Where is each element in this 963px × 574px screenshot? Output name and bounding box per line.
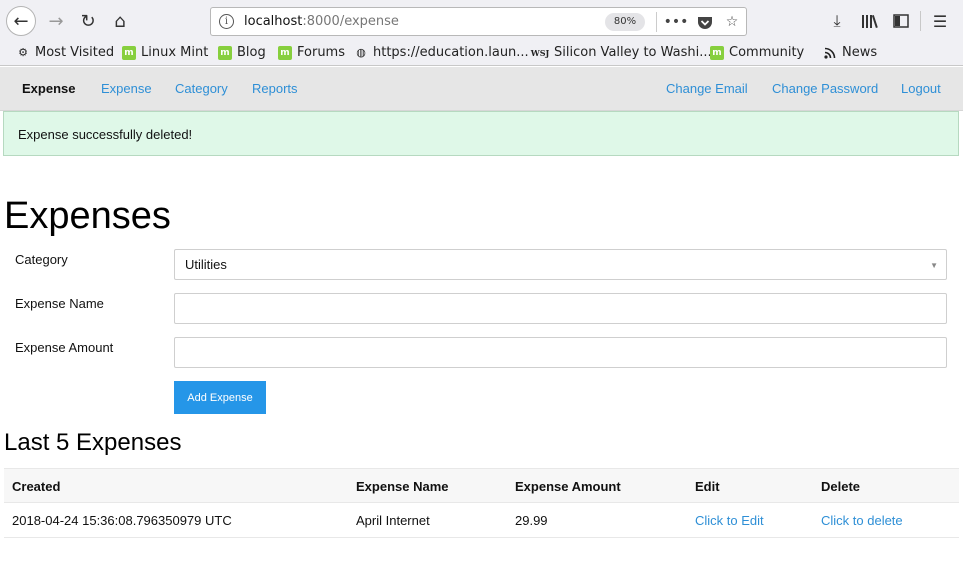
browser-toolbar: ← → ↻ ⌂ i localhost:8000/expense 80% •••…: [0, 0, 963, 42]
success-alert: Expense successfully deleted!: [3, 111, 959, 156]
expense-name-label: Expense Name: [15, 296, 104, 311]
chevron-down-icon: ▼: [930, 261, 938, 270]
bookmark-most-visited[interactable]: ⚙ Most Visited: [16, 45, 114, 60]
delete-link[interactable]: Click to delete: [821, 513, 903, 528]
expense-name-input[interactable]: [174, 293, 947, 324]
bookmark-wsj[interactable]: WSJ Silicon Valley to Washi...: [531, 45, 712, 60]
cell-expense-name: April Internet: [356, 513, 430, 528]
more-actions-icon[interactable]: •••: [664, 12, 689, 32]
nav-link-category[interactable]: Category: [175, 81, 228, 96]
star-icon[interactable]: ☆: [722, 12, 742, 32]
nav-link-change-password[interactable]: Change Password: [772, 81, 878, 96]
menu-icon[interactable]: ☰: [928, 9, 952, 33]
category-selected-value: Utilities: [185, 257, 227, 272]
table-header: Created Expense Name Expense Amount Edit…: [4, 468, 959, 503]
edit-link[interactable]: Click to Edit: [695, 513, 764, 528]
column-header-delete: Delete: [821, 479, 861, 494]
bookmark-news[interactable]: News: [823, 45, 877, 60]
bookmark-forums[interactable]: m Forums: [278, 45, 345, 60]
wsj-icon: WSJ: [530, 47, 550, 58]
pocket-icon[interactable]: [695, 12, 715, 32]
column-header-expense-name: Expense Name: [356, 479, 449, 494]
category-select[interactable]: Utilities ▼: [174, 249, 947, 280]
mint-icon: m: [278, 45, 292, 60]
nav-link-logout[interactable]: Logout: [901, 81, 941, 96]
globe-icon: ◍: [356, 46, 366, 59]
nav-brand[interactable]: Expense: [22, 81, 75, 96]
column-header-expense-amount: Expense Amount: [515, 479, 621, 494]
bookmark-blog[interactable]: m Blog: [218, 45, 266, 60]
forward-arrow-icon[interactable]: →: [41, 6, 71, 36]
bookmark-linux-mint[interactable]: m Linux Mint: [122, 45, 208, 60]
bookmark-community[interactable]: m Community: [710, 45, 804, 60]
url-text[interactable]: localhost:8000/expense: [244, 14, 399, 29]
cell-expense-amount: 29.99: [515, 513, 548, 528]
mint-icon: m: [218, 45, 232, 60]
column-header-created: Created: [12, 479, 61, 494]
bookmark-education[interactable]: ◍ https://education.laun...: [354, 45, 529, 60]
zoom-level-badge[interactable]: 80%: [605, 13, 645, 31]
page-title: Expenses: [4, 195, 171, 237]
alert-message: Expense successfully deleted!: [18, 127, 193, 142]
mint-icon: m: [710, 45, 724, 60]
sidebar-icon[interactable]: [889, 9, 913, 33]
column-header-edit: Edit: [695, 479, 720, 494]
url-divider: [656, 12, 657, 32]
home-icon[interactable]: ⌂: [105, 6, 135, 36]
info-icon[interactable]: i: [219, 14, 234, 29]
category-label: Category: [15, 252, 68, 267]
bookmarks-bar: ⚙ Most Visited m Linux Mint m Blog m Forums …: [0, 42, 963, 66]
expense-amount-label: Expense Amount: [15, 340, 114, 355]
expense-amount-input[interactable]: [174, 337, 947, 368]
table-row: 2018-04-24 15:36:08.796350979 UTC April …: [4, 503, 959, 538]
download-icon[interactable]: ⤓: [825, 9, 849, 33]
mint-icon: m: [122, 45, 136, 60]
nav-link-change-email[interactable]: Change Email: [666, 81, 748, 96]
library-icon[interactable]: [858, 9, 882, 33]
nav-link-expense[interactable]: Expense: [101, 81, 152, 96]
expenses-table: Created Expense Name Expense Amount Edit…: [4, 468, 959, 538]
add-expense-button[interactable]: Add Expense: [174, 381, 266, 414]
app-navbar: Expense Expense Category Reports Change …: [0, 67, 963, 111]
rss-icon: [823, 46, 837, 60]
nav-link-reports[interactable]: Reports: [252, 81, 298, 96]
recent-expenses-title: Last 5 Expenses: [4, 429, 182, 456]
cell-created: 2018-04-24 15:36:08.796350979 UTC: [12, 513, 232, 528]
gear-icon: ⚙: [18, 46, 28, 59]
back-arrow-icon[interactable]: ←: [6, 6, 36, 36]
reload-icon[interactable]: ↻: [73, 6, 103, 36]
toolbar-divider: [920, 11, 921, 31]
address-bar[interactable]: i localhost:8000/expense 80% ••• ☆: [210, 7, 747, 36]
